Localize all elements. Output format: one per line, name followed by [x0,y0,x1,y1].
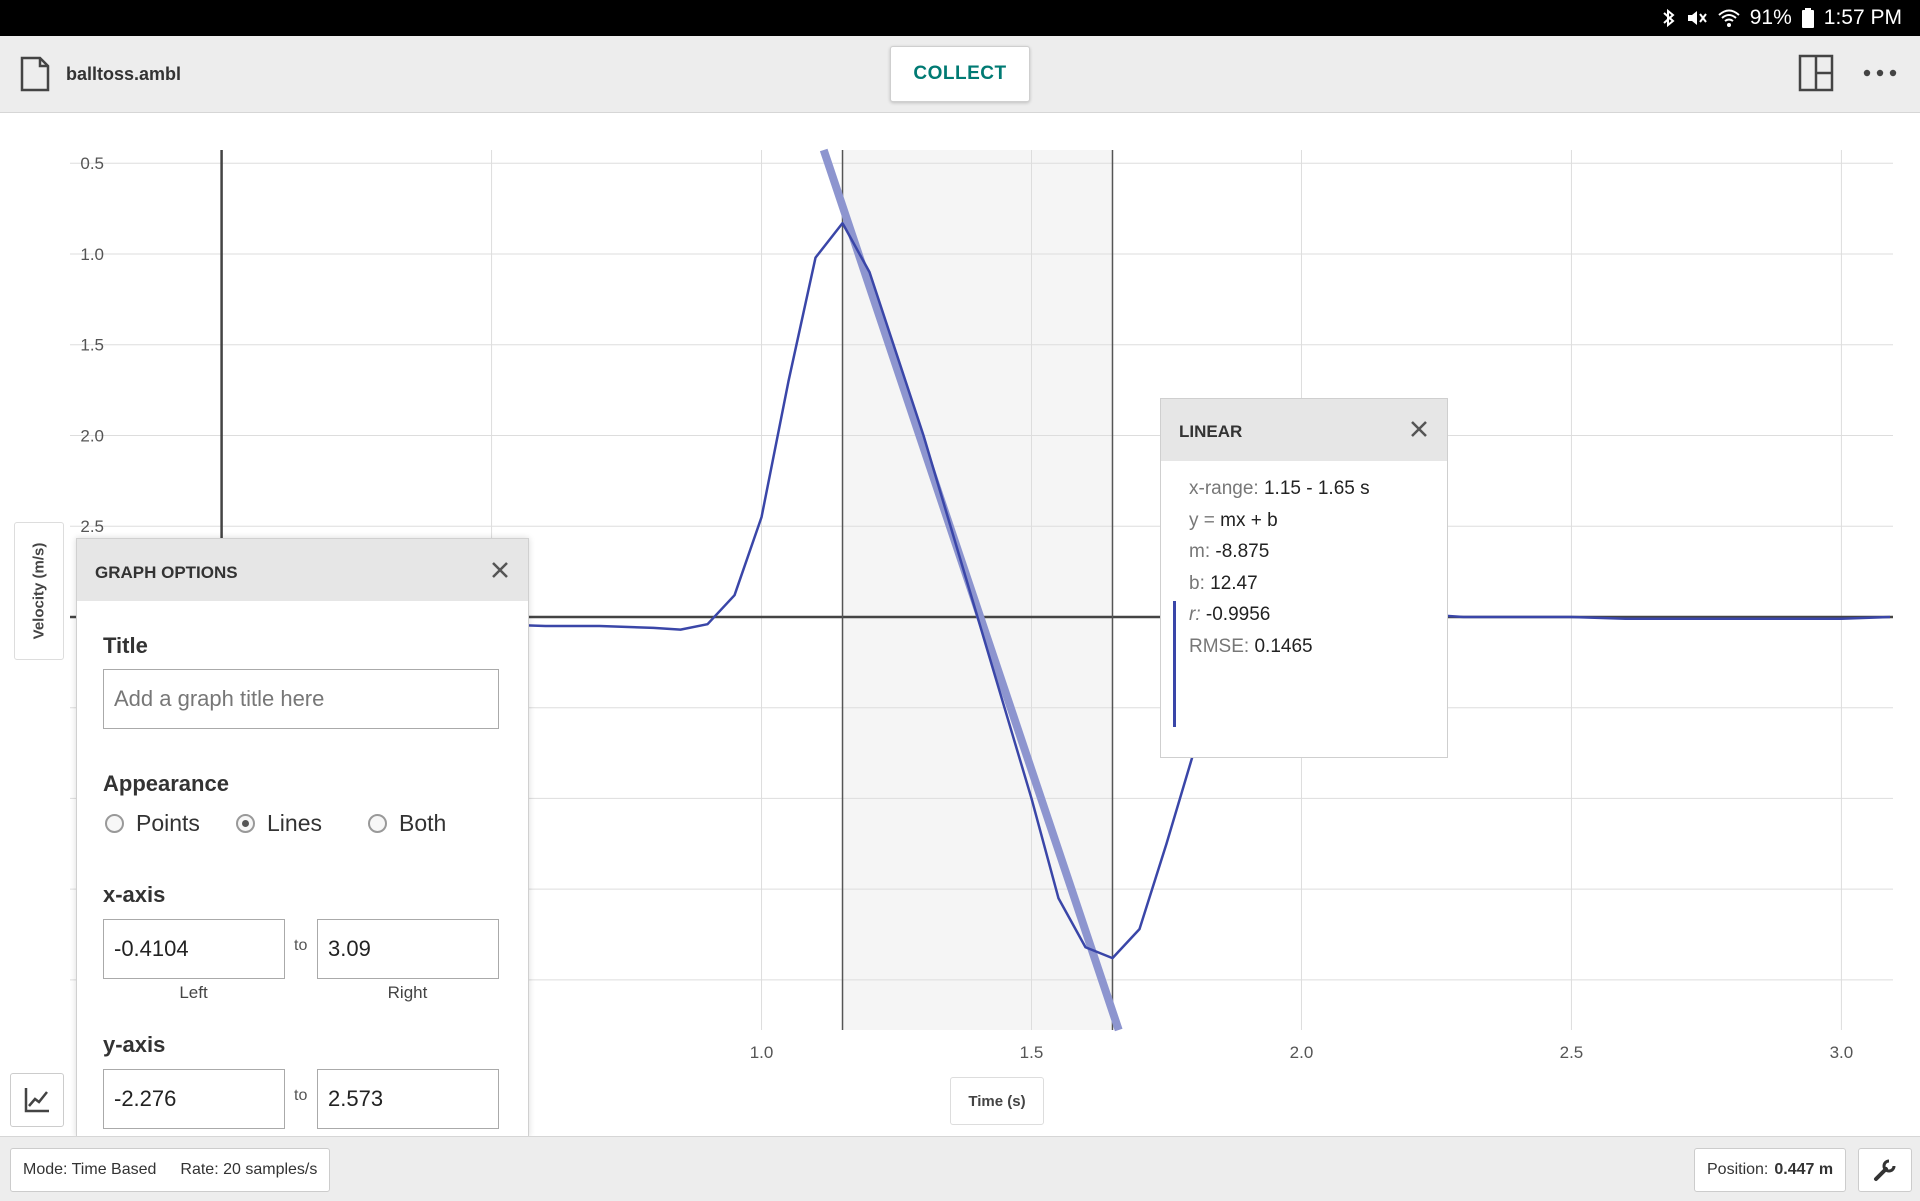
status-icons: 91% 1:57 PM [1662,0,1902,36]
x-range-label: x-range: [1189,478,1259,499]
radio-circle-both [368,814,387,833]
y-axis-label-text: Velocity (m/s) [30,542,48,640]
radio-circle-points [105,814,124,833]
x-axis-section-label: x-axis [103,882,166,907]
close-icon[interactable] [490,560,510,580]
r-stat: r: -0.9956 [1189,604,1270,626]
stat-color-bar [1173,601,1176,727]
rmse-label: RMSE: [1189,636,1250,657]
y-axis-top-input[interactable] [317,1069,499,1129]
linear-fit-title: LINEAR [1179,422,1243,441]
rate-text: Rate: 20 samples/s [180,1161,318,1178]
close-icon[interactable] [1409,419,1429,439]
layout-icon[interactable] [1798,54,1834,92]
m-stat: m: -8.875 [1189,541,1269,563]
equation-label: y = [1189,510,1215,531]
r-label: r: [1189,604,1201,625]
radio-circle-lines [236,814,255,833]
battery-percent: 91% [1749,6,1792,29]
graph-title-input[interactable] [103,669,499,729]
r-value: -0.9956 [1205,604,1271,625]
x-axis-to-label: to [294,937,308,954]
battery-icon [1801,8,1814,28]
position-readout[interactable]: Position: 0.447 m [1694,1148,1847,1192]
clock: 1:57 PM [1823,6,1902,29]
appearance-lines-label: Lines [267,810,322,836]
bottom-bar: Mode: Time Based Rate: 20 samples/s Posi… [0,1136,1920,1201]
y-tick-label: 1.0 [80,245,104,264]
appearance-both-radio[interactable]: Both [368,810,446,837]
appearance-both-label: Both [399,810,447,836]
file-name[interactable]: balltoss.ambl [66,64,181,85]
app-bar: balltoss.ambl COLLECT [0,36,1920,113]
more-options-icon[interactable] [1862,68,1898,78]
x-axis-left-caption: Left [179,983,208,1002]
linear-fit-header: LINEAR [1161,399,1447,461]
rmse-stat: RMSE: 0.1465 [1189,636,1313,658]
x-tick-label: 3.0 [1830,1043,1854,1062]
collection-mode-box[interactable]: Mode: Time Based Rate: 20 samples/s [10,1148,331,1192]
graph-tools-button[interactable] [10,1073,64,1127]
appearance-points-label: Points [136,810,200,836]
y-tick-labels: 2.5 2.0 1.5 1.0 0.5 [80,154,104,536]
x-tick-labels: 0.51.01.52.02.53.0 [480,1043,1853,1062]
position-value: 0.447 m [1774,1161,1834,1178]
x-axis-right-caption: Right [387,983,428,1002]
y-tick-label: 1.5 [80,336,104,355]
status-bar: 91% 1:57 PM [0,0,1920,36]
mute-icon [1687,11,1707,25]
rmse-value: 0.1465 [1254,636,1313,657]
x-axis-left-input[interactable] [103,919,285,979]
title-section-label: Title [103,633,148,658]
wrench-icon [1874,1159,1896,1181]
mode-text: Mode: Time Based [23,1161,157,1178]
graph-options-panel: GRAPH OPTIONS Title Appearance Points Li… [76,538,529,1137]
collect-button[interactable]: COLLECT [890,46,1030,102]
y-axis-section-label: y-axis [103,1032,166,1057]
x-tick-label: 1.5 [1020,1043,1044,1062]
m-label: m: [1189,541,1211,562]
sensor-settings-button[interactable] [1858,1148,1912,1192]
x-tick-label: 2.0 [1290,1043,1314,1062]
x-range-stat: x-range: 1.15 - 1.65 s [1189,478,1370,500]
equation-value: mx + b [1220,510,1278,531]
position-label: Position: [1707,1161,1769,1178]
appearance-section-label: Appearance [103,771,229,796]
x-axis-label[interactable]: Time (s) [950,1077,1044,1125]
y-tick-label: 2.5 [80,517,104,536]
equation-stat: y = mx + b [1189,510,1278,532]
wifi-icon [1718,9,1740,27]
y-tick-label: 0.5 [80,154,104,173]
b-value: 12.47 [1210,573,1258,594]
x-range-value: 1.15 - 1.65 s [1263,478,1370,499]
graph-options-header: GRAPH OPTIONS [77,539,528,601]
b-stat: b: 12.47 [1189,573,1258,595]
y-tick-label: 2.0 [80,426,104,445]
m-value: -8.875 [1215,541,1270,562]
linear-fit-panel: LINEAR x-range: 1.15 - 1.65 s y = mx + b… [1160,398,1448,758]
y-axis-label[interactable]: Velocity (m/s) [14,522,64,660]
appearance-points-radio[interactable]: Points [105,810,200,837]
file-icon [20,56,50,92]
bluetooth-icon [1663,8,1675,28]
x-axis-right-input[interactable] [317,919,499,979]
x-tick-label: 2.5 [1560,1043,1584,1062]
graph-options-title: GRAPH OPTIONS [95,563,238,582]
b-label: b: [1189,573,1205,594]
y-axis-to-label: to [294,1087,308,1104]
appearance-lines-radio[interactable]: Lines [236,810,322,837]
x-tick-label: 1.0 [750,1043,774,1062]
y-axis-bottom-input[interactable] [103,1069,285,1129]
graph-tools-icon [24,1088,49,1113]
